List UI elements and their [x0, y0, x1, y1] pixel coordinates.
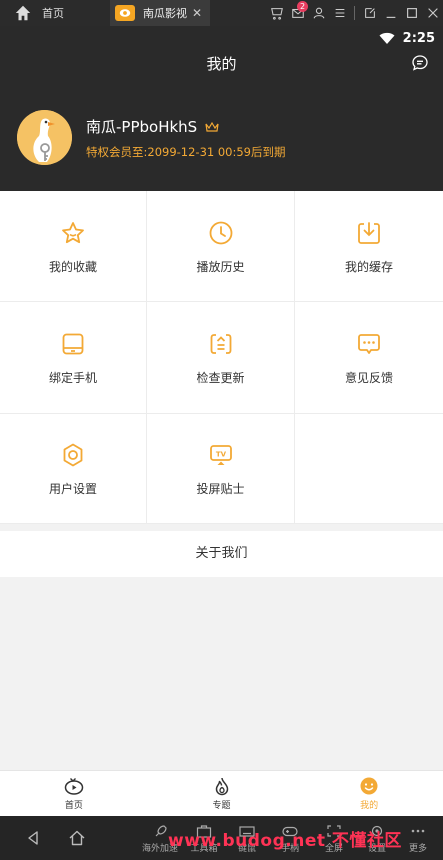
feedback-icon: [358, 334, 380, 354]
bottom-navigation: 首页 专题 我的: [0, 770, 443, 816]
grid-item-label: 播放历史: [196, 259, 245, 274]
star-icon: [62, 221, 84, 243]
grid-item-cast-tips[interactable]: TV 投屏贴士: [147, 414, 295, 524]
goose-avatar-icon: [17, 110, 72, 165]
close-tab-icon[interactable]: ✕: [192, 6, 202, 20]
emulator-window-controls: 2: [266, 0, 443, 26]
home-icon: [15, 5, 31, 21]
grid-item-cache[interactable]: 我的缓存: [295, 191, 443, 302]
grid-item-favorites[interactable]: 我的收藏: [0, 191, 147, 302]
grid-item-label: 意见反馈: [344, 371, 393, 385]
tool-more[interactable]: 更多: [398, 824, 438, 854]
emulator-home-tab[interactable]: 首页: [0, 0, 110, 26]
tool-label: 更多: [408, 844, 427, 854]
username-text: 南瓜-PPboHkhS: [86, 118, 198, 136]
mail-icon[interactable]: 2: [287, 0, 308, 26]
more-icon: [411, 829, 425, 833]
clock-time: 2:25: [402, 31, 435, 46]
grid-item-label: 用户设置: [48, 482, 97, 496]
grid-item-label: 检查更新: [196, 371, 245, 385]
grid-item-check-update[interactable]: 检查更新: [147, 302, 295, 414]
nav-topics[interactable]: 专题: [148, 771, 296, 816]
profile-header: 2:25 我的 南瓜-PPboHkhS 特权会员至:2099-12-31 00:…: [0, 26, 443, 191]
nav-profile[interactable]: 我的: [295, 771, 443, 816]
app-logo-icon: [115, 5, 135, 21]
grid-item-history[interactable]: 播放历史: [147, 191, 295, 302]
notification-badge: 2: [297, 1, 308, 12]
divider: [354, 6, 355, 20]
about-us-button[interactable]: 关于我们: [0, 531, 443, 577]
status-bar: 2:25: [379, 31, 435, 46]
back-icon[interactable]: [24, 829, 42, 847]
grid-empty-cell: [295, 414, 443, 524]
user-icon[interactable]: [308, 0, 329, 26]
grid-item-feedback[interactable]: 意见反馈: [295, 302, 443, 414]
svg-text:TV: TV: [215, 450, 226, 458]
emulator-app-tab[interactable]: 南瓜影视 ✕: [110, 0, 210, 26]
wifi-icon: [379, 32, 395, 44]
update-icon: [210, 334, 231, 354]
emulator-tab-label: 南瓜影视: [143, 7, 187, 20]
nav-label: 首页: [64, 801, 83, 811]
phone-icon: [62, 333, 84, 355]
topic-icon: [215, 777, 228, 796]
emulator-title-bar: 首页 南瓜影视 ✕ 2: [0, 0, 443, 26]
menu-icon[interactable]: [329, 0, 350, 26]
download-icon: [358, 221, 380, 244]
emulator-home-label: 首页: [42, 7, 64, 20]
page-title: 我的: [206, 55, 237, 73]
nav-label: 专题: [212, 801, 231, 811]
grid-item-label: 我的缓存: [344, 259, 393, 274]
message-icon[interactable]: [411, 54, 429, 72]
avatar[interactable]: [17, 110, 72, 165]
home-tv-icon: [64, 778, 84, 795]
clock-icon: [209, 221, 232, 244]
minimize-icon[interactable]: [380, 0, 401, 26]
grid-item-user-settings[interactable]: 用户设置: [0, 414, 147, 524]
grid-item-label: 我的收藏: [48, 259, 97, 274]
username: 南瓜-PPboHkhS: [86, 116, 219, 137]
site-watermark: www.budog.net 不懂社区: [168, 831, 402, 851]
nav-home[interactable]: 首页: [0, 771, 148, 816]
rocket-icon: [155, 825, 167, 837]
vip-expiry: 特权会员至:2099-12-31 00:59后到期: [86, 145, 286, 159]
tv-cast-icon: TV: [209, 445, 232, 465]
android-home-icon[interactable]: [68, 829, 86, 847]
store-icon[interactable]: [266, 0, 287, 26]
grid-item-label: 绑定手机: [48, 371, 97, 385]
settings-icon: [63, 443, 83, 467]
grid-item-bind-phone[interactable]: 绑定手机: [0, 302, 147, 414]
nav-label: 我的: [360, 801, 379, 811]
close-window-icon[interactable]: [422, 0, 443, 26]
sync-icon[interactable]: [359, 0, 380, 26]
crown-icon: [205, 121, 219, 132]
grid-item-label: 投屏贴士: [196, 482, 245, 496]
profile-icon: [360, 777, 378, 795]
maximize-icon[interactable]: [401, 0, 422, 26]
function-grid: 我的收藏 播放历史 我的缓存 绑定手机 检查更新 意见反馈 用户设置 TV 投屏…: [0, 191, 443, 524]
